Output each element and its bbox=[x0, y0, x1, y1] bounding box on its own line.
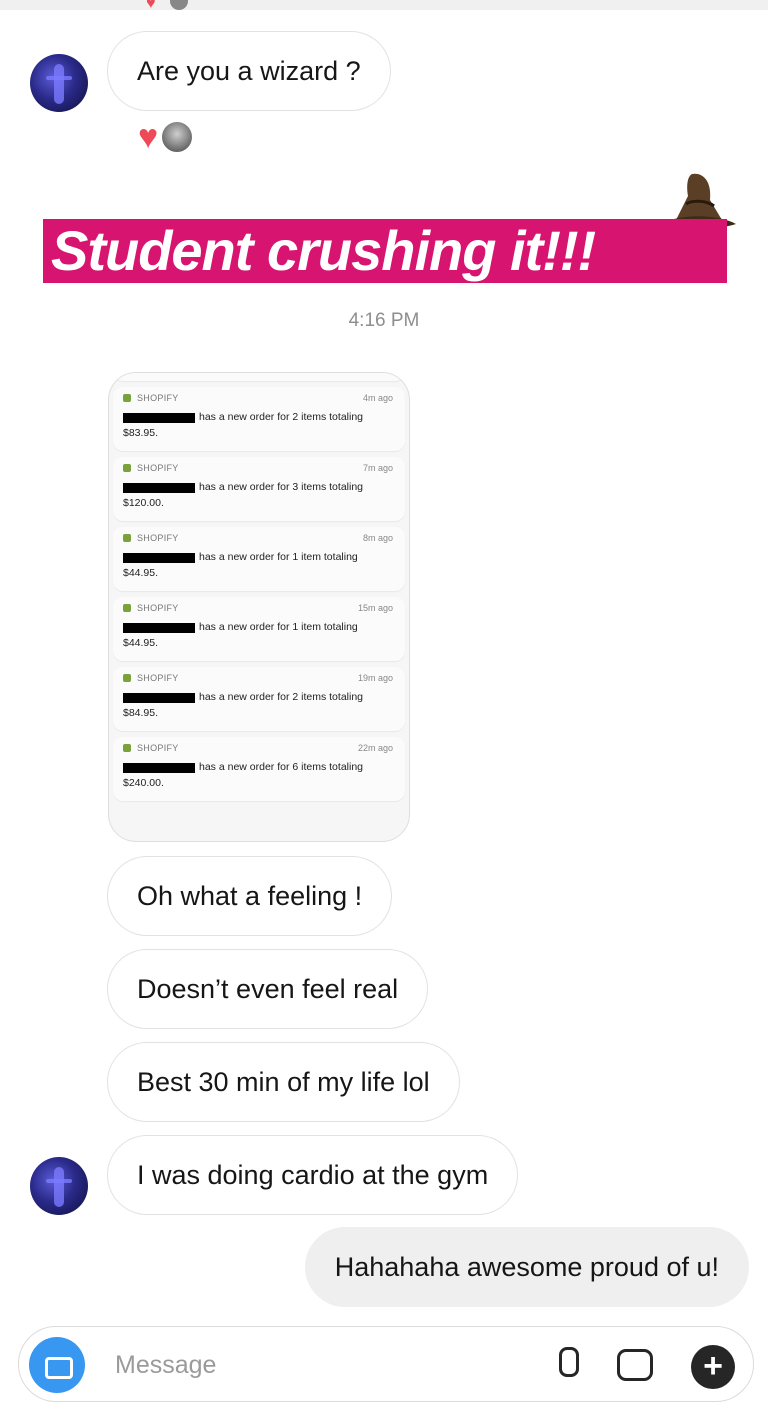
notification-amount: $240.00. bbox=[123, 777, 164, 789]
notification-message: has a new order for 2 items totaling bbox=[199, 411, 364, 423]
notification-message: has a new order for 1 item totaling bbox=[199, 551, 358, 563]
notification-amount: $84.95. bbox=[123, 707, 159, 719]
redacted-store-name bbox=[123, 413, 195, 423]
shopify-bag-icon bbox=[123, 604, 131, 612]
previous-message-reactions[interactable]: ♥ bbox=[146, 0, 188, 12]
redacted-store-name bbox=[123, 693, 195, 703]
plus-icon[interactable]: + bbox=[691, 1345, 735, 1389]
notification-time: 22m ago bbox=[357, 743, 393, 753]
notification-time: 4m ago bbox=[362, 393, 393, 403]
heart-icon: ♥ bbox=[138, 118, 159, 156]
message-input[interactable]: Message bbox=[115, 1351, 216, 1380]
my-message-bubble[interactable]: Hahahaha awesome proud of u! bbox=[304, 1227, 749, 1307]
redacted-store-name bbox=[123, 763, 195, 773]
redacted-store-name bbox=[123, 553, 195, 563]
shared-image[interactable]: SHOPIFY3m agohas a new order for 1 item … bbox=[108, 372, 410, 842]
notification-card: SHOPIFY 15m ago has a new order for 1 item… bbox=[113, 597, 405, 661]
message-composer[interactable]: Message + bbox=[18, 1326, 754, 1402]
redacted-store-name bbox=[123, 483, 195, 493]
message-reactions[interactable]: ♥ bbox=[138, 118, 195, 156]
notification-card: SHOPIFY 7m ago has a new order for 3 items… bbox=[113, 457, 405, 521]
notification-time: 15m ago bbox=[357, 603, 393, 613]
notification-message: has a new order for 3 items totaling bbox=[199, 481, 364, 493]
sender-avatar[interactable] bbox=[30, 1157, 88, 1215]
shopify-bag-icon bbox=[123, 464, 131, 472]
notification-amount: $44.95. bbox=[123, 637, 159, 649]
message-bubble[interactable]: Doesn’t even feel real bbox=[107, 949, 429, 1029]
notification-amount: $120.00. bbox=[123, 497, 164, 509]
heart-icon: ♥ bbox=[146, 0, 156, 12]
banner-text: Student crushing it!!! bbox=[51, 219, 596, 282]
message-text: Best 30 min of my life lol bbox=[137, 1066, 430, 1097]
message-text: Are you a wizard ? bbox=[137, 55, 361, 86]
notification-card: SHOPIFY 22m ago has a new order for 6 item… bbox=[113, 737, 405, 801]
shopify-bag-icon bbox=[123, 744, 131, 752]
notification-list: SHOPIFY3m agohas a new order for 1 item … bbox=[109, 373, 409, 807]
gallery-icon[interactable] bbox=[615, 1345, 655, 1385]
notification-time: 19m ago bbox=[357, 673, 393, 683]
notification-card: SHOPIFY 8m ago has a new order for 1 item … bbox=[113, 527, 405, 591]
notification-card: SHOPIFY3m agohas a new order for 1 item … bbox=[113, 373, 405, 381]
redacted-store-name bbox=[123, 623, 195, 633]
reactor-avatar bbox=[160, 120, 195, 154]
shopify-bag-icon bbox=[123, 394, 131, 402]
notification-app: SHOPIFY bbox=[123, 743, 179, 753]
notification-amount: $83.95. bbox=[123, 427, 159, 439]
reactor-avatar bbox=[169, 0, 188, 10]
message-text: Doesn’t even feel real bbox=[137, 973, 399, 1004]
message-bubble[interactable]: Best 30 min of my life lol bbox=[107, 1042, 460, 1122]
notification-app: SHOPIFY bbox=[123, 603, 179, 613]
sender-avatar[interactable] bbox=[30, 54, 88, 112]
notification-card: SHOPIFY 4m ago has a new order for 2 items… bbox=[113, 387, 405, 451]
notification-app: SHOPIFY bbox=[123, 673, 179, 683]
notification-message: has a new order for 1 item totaling bbox=[199, 621, 358, 633]
message-bubble[interactable]: Oh what a feeling ! bbox=[107, 856, 393, 936]
message-text: I was doing cardio at the gym bbox=[137, 1159, 489, 1190]
notification-message: has a new order for 6 items totaling bbox=[199, 761, 364, 773]
shopify-bag-icon bbox=[123, 534, 131, 542]
notification-app: SHOPIFY bbox=[123, 463, 179, 473]
message-text: Hahahaha awesome proud of u! bbox=[334, 1251, 719, 1282]
notification-message: has a new order for 2 items totaling bbox=[199, 691, 364, 703]
timestamp: 4:16 PM bbox=[348, 310, 420, 331]
status-strip bbox=[0, 0, 768, 10]
microphone-icon[interactable] bbox=[547, 1345, 587, 1385]
story-caption-banner: Student crushing it!!! bbox=[43, 219, 727, 283]
message-bubble[interactable]: I was doing cardio at the gym bbox=[107, 1135, 519, 1215]
notification-time: 7m ago bbox=[362, 463, 393, 473]
notification-card: SHOPIFY 19m ago has a new order for 2 item… bbox=[113, 667, 405, 731]
message-bubble[interactable]: Are you a wizard ? bbox=[107, 31, 391, 111]
shopify-bag-icon bbox=[123, 674, 131, 682]
notification-time: 8m ago bbox=[362, 533, 393, 543]
message-text: Oh what a feeling ! bbox=[137, 880, 363, 911]
notification-app: SHOPIFY bbox=[123, 533, 179, 543]
notification-amount: $44.95. bbox=[123, 567, 159, 579]
notification-app: SHOPIFY bbox=[123, 393, 179, 403]
camera-icon[interactable] bbox=[29, 1337, 85, 1393]
